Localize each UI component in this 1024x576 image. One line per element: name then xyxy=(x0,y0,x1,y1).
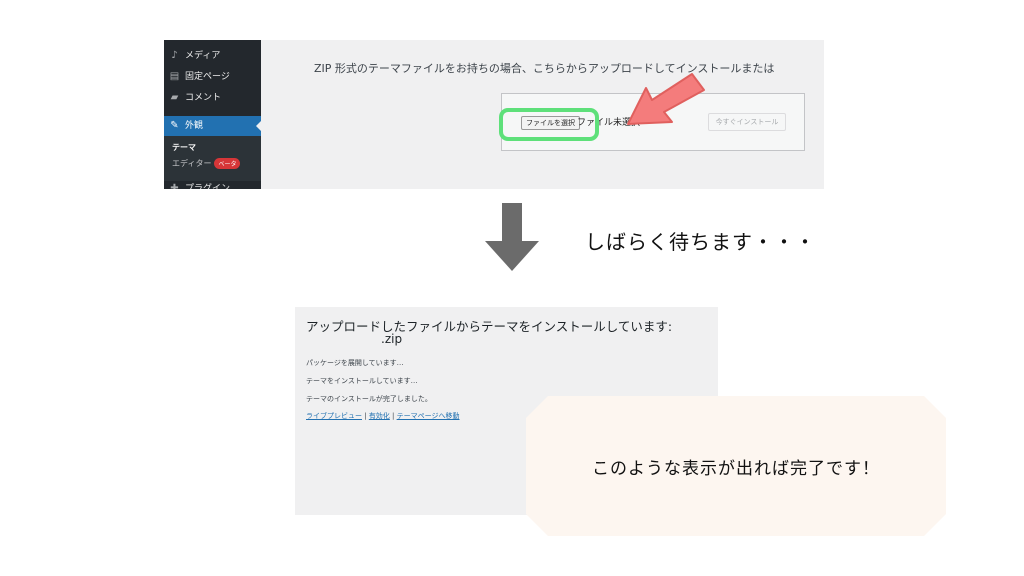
activate-link[interactable]: 有効化 xyxy=(369,412,390,420)
highlight-ring xyxy=(499,108,599,141)
beta-badge: ベータ xyxy=(214,158,241,169)
sidebar-item-label: 固定ページ xyxy=(185,72,230,82)
comments-icon: ▰ xyxy=(170,92,179,103)
pages-icon: ▤ xyxy=(169,71,180,82)
separator: | xyxy=(362,412,369,420)
submenu-item-theme[interactable]: テーマ xyxy=(172,142,196,153)
admin-sidebar: ♪ メディア ▤ 固定ページ ▰ コメント ✎ 外観 テーマ エディター ベータ … xyxy=(164,40,261,189)
brush-icon: ✎ xyxy=(170,120,179,131)
install-now-button[interactable]: 今すぐインストール xyxy=(708,113,786,131)
install-filename: .zip xyxy=(381,332,403,346)
appearance-submenu: テーマ エディター ベータ xyxy=(164,136,261,181)
theme-upload-screenshot: ♪ メディア ▤ 固定ページ ▰ コメント ✎ 外観 テーマ エディター ベータ … xyxy=(164,40,824,189)
install-title: アップロードしたファイルからテーマをインストールしています: xyxy=(306,319,673,334)
sidebar-item-label: コメント xyxy=(185,93,222,103)
log-line: テーマのインストールが完了しました。 xyxy=(306,395,432,403)
down-arrow-icon xyxy=(485,203,539,271)
live-preview-link[interactable]: ライブプレビュー xyxy=(306,412,362,420)
plugins-icon: ✚ xyxy=(170,183,179,189)
sidebar-item-plugins[interactable]: ✚ プラグイン xyxy=(164,179,261,189)
sidebar-item-media[interactable]: ♪ メディア xyxy=(164,46,261,66)
install-actions: ライブプレビュー | 有効化 | テーマページへ移動 xyxy=(306,411,460,421)
sidebar-item-pages[interactable]: ▤ 固定ページ xyxy=(164,67,261,87)
sidebar-item-label: メディア xyxy=(185,51,221,61)
pointer-arrow-icon xyxy=(627,73,705,125)
log-line: テーマをインストールしています… xyxy=(306,377,418,385)
submenu-item-editor[interactable]: エディター ベータ xyxy=(172,158,241,169)
media-icon: ♪ xyxy=(171,50,178,61)
sidebar-item-label: 外観 xyxy=(185,121,204,131)
upload-description: ZIP 形式のテーマファイルをお持ちの場合、こちらからアップロードしてインストー… xyxy=(314,62,775,75)
sidebar-item-label: プラグイン xyxy=(185,184,231,189)
done-message: このような表示が出れば完了です！ xyxy=(592,458,880,479)
log-line: パッケージを展開しています… xyxy=(306,359,404,367)
sidebar-item-appearance[interactable]: ✎ 外観 xyxy=(164,116,261,136)
sidebar-item-comments[interactable]: ▰ コメント xyxy=(164,88,261,108)
wait-message: しばらく待ちます・・・ xyxy=(585,230,816,254)
separator: | xyxy=(389,412,397,420)
theme-page-link[interactable]: テーマページへ移動 xyxy=(397,412,460,420)
submenu-item-label: エディター xyxy=(172,159,212,168)
